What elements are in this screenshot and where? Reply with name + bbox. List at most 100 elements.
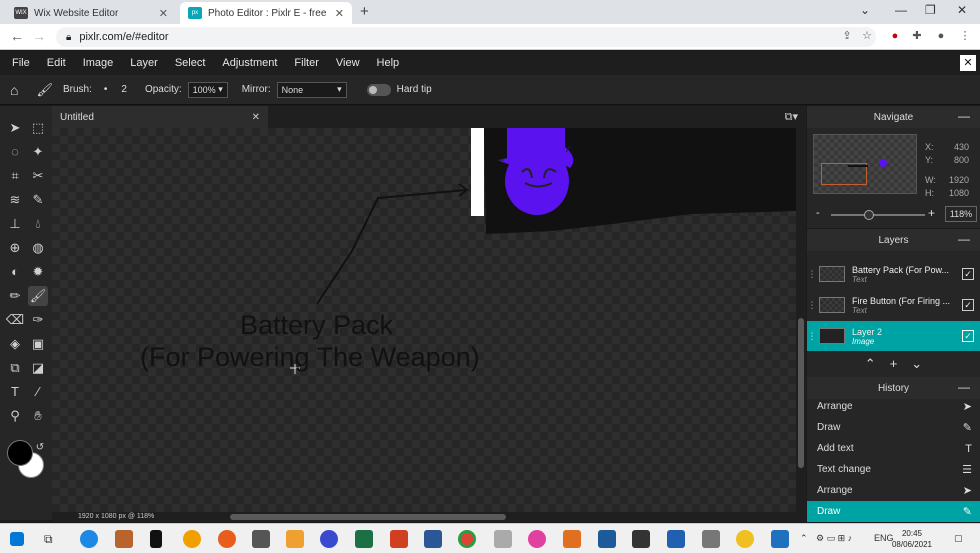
excel-icon[interactable] — [355, 530, 373, 548]
collapse-icon[interactable]: — — [958, 232, 970, 246]
profile-avatar-icon[interactable]: ● — [934, 29, 948, 43]
menu-filter[interactable]: Filter — [294, 57, 318, 69]
chrome-icon[interactable] — [458, 530, 476, 548]
fill-tool-icon[interactable]: ◈ — [5, 334, 25, 354]
url-bar[interactable]: 🔒︎ pixlr.com/e/#editor — [56, 27, 876, 47]
color-replace-icon[interactable]: ◐ — [5, 262, 25, 282]
hard-tip-toggle[interactable] — [366, 83, 391, 96]
sharpen-tool-icon[interactable]: ✹ — [28, 262, 48, 282]
layers-header[interactable]: Layers — — [807, 229, 980, 251]
blender-icon[interactable] — [218, 530, 236, 548]
pencil-tool-icon[interactable]: ✏ — [5, 286, 25, 306]
menu-image[interactable]: Image — [83, 57, 114, 69]
layer-visibility-checkbox[interactable]: ✓ — [962, 330, 974, 342]
layer-row[interactable]: ⋮ Battery Pack (For Pow... Text ✓ — [807, 259, 980, 289]
cutout-tool-icon[interactable]: ✂ — [28, 166, 48, 186]
layer-visibility-checkbox[interactable]: ✓ — [962, 299, 974, 311]
arrange-tool-icon[interactable]: ➤ — [5, 118, 25, 138]
app-blue2-icon[interactable] — [771, 530, 789, 548]
app-window-icon[interactable] — [702, 530, 720, 548]
drag-handle-icon[interactable]: ⋮ — [807, 331, 817, 342]
brush-shape-icon[interactable]: • — [104, 84, 108, 95]
shape-tool-icon[interactable]: ◪ — [28, 358, 48, 378]
canvas-text-line1[interactable]: Battery Pack — [240, 310, 393, 341]
app-yellow-icon[interactable] — [736, 530, 754, 548]
move-layer-up-icon[interactable]: ⌃ — [865, 356, 876, 376]
dodge-tool-icon[interactable]: ◍ — [28, 238, 48, 258]
bookmark-star-icon[interactable]: ☆ — [860, 29, 874, 43]
brush-tool-icon[interactable]: 🖌︎ — [28, 286, 48, 306]
zoom-out-icon[interactable]: - — [816, 207, 820, 219]
history-item[interactable]: Add text T — [807, 438, 980, 459]
heal-tool-icon[interactable]: ✎ — [28, 190, 48, 210]
zoom-in-icon[interactable]: + — [928, 206, 935, 220]
collapse-icon[interactable]: — — [958, 380, 970, 394]
headphones-app-icon[interactable] — [320, 530, 338, 548]
lasso-tool-icon[interactable]: ◌ — [5, 142, 25, 162]
horizontal-scrollbar-thumb[interactable] — [230, 514, 506, 520]
liquify-tool-icon[interactable]: ≋ — [5, 190, 25, 210]
text-tool-icon[interactable]: T — [5, 382, 25, 402]
start-icon[interactable] — [10, 532, 24, 546]
canvas-vertical-scrollbar[interactable] — [796, 128, 806, 512]
close-icon[interactable]: ✕ — [335, 7, 344, 20]
layer-row[interactable]: ⋮ Fire Button (For Firing ... Text ✓ — [807, 290, 980, 320]
app-black-icon[interactable] — [632, 530, 650, 548]
drag-handle-icon[interactable]: ⋮ — [807, 269, 817, 280]
document-tab[interactable]: Untitled ✕ — [52, 106, 268, 128]
clone-stamp-icon[interactable]: ⊥ — [5, 214, 25, 234]
layer-row-selected[interactable]: ⋮ Layer 2 Image ✓ — [807, 321, 980, 351]
history-item[interactable]: Text change ☰ — [807, 459, 980, 480]
layer-visibility-checkbox[interactable]: ✓ — [962, 268, 974, 280]
history-item[interactable]: Arrange ➤ — [807, 396, 980, 417]
task-view-icon[interactable]: ⧉ — [44, 530, 62, 548]
home-icon[interactable]: ⌂ — [10, 82, 18, 98]
drag-handle-icon[interactable]: ⋮ — [807, 300, 817, 311]
taskbar-clock[interactable]: 20:45 08/06/2021 — [892, 528, 932, 550]
scrollbar-thumb[interactable] — [798, 318, 804, 468]
browser-tab-pixlr[interactable]: px Photo Editor : Pixlr E - free image ✕ — [180, 2, 352, 24]
extension-icon[interactable]: ● — [888, 29, 902, 43]
close-icon[interactable]: ✕ — [159, 7, 168, 20]
photos-app-icon[interactable] — [598, 530, 616, 548]
window-close-icon[interactable]: ✕ — [957, 3, 967, 17]
speaker-app-icon[interactable] — [563, 530, 581, 548]
crop-tool-icon[interactable]: ⌗ — [5, 166, 25, 186]
zoom-slider[interactable] — [831, 214, 925, 216]
navigator-thumbnail[interactable] — [813, 134, 917, 194]
menu-select[interactable]: Select — [175, 57, 206, 69]
forward-icon[interactable]: → — [32, 28, 46, 44]
close-icon[interactable]: ✕ — [252, 112, 260, 123]
marquee-tool-icon[interactable]: ⬚ — [28, 118, 48, 138]
winrar-icon[interactable] — [115, 530, 133, 548]
add-layer-icon[interactable]: + — [890, 356, 898, 376]
menu-view[interactable]: View — [336, 57, 360, 69]
menu-edit[interactable]: Edit — [47, 57, 66, 69]
canvas-area[interactable]: Battery Pack (For Powering The Weapon) — [52, 128, 796, 512]
menu-layer[interactable]: Layer — [130, 57, 158, 69]
menu-help[interactable]: Help — [377, 57, 400, 69]
word-icon[interactable] — [424, 530, 442, 548]
app-close-icon[interactable]: ✕ — [960, 55, 976, 71]
app-orange-icon[interactable] — [183, 530, 201, 548]
history-item-selected[interactable]: Draw ✎ — [807, 501, 980, 522]
minimize-icon[interactable]: — — [895, 3, 907, 17]
drawing-tool-icon[interactable]: ⧉ — [5, 358, 25, 378]
language-indicator[interactable]: ENG — [874, 533, 894, 543]
app-pink-icon[interactable] — [528, 530, 546, 548]
app-red-icon[interactable] — [390, 530, 408, 548]
back-icon[interactable]: ← — [10, 28, 24, 44]
mirror-dropdown[interactable]: None ▾ — [276, 81, 347, 98]
move-layer-down-icon[interactable]: ⌄ — [911, 356, 922, 376]
app-video-icon[interactable] — [286, 530, 304, 548]
browser-menu-icon[interactable]: ⋮ — [958, 29, 972, 43]
eyedropper-tool-icon[interactable]: ⁄ — [28, 382, 48, 402]
zoom-slider-knob[interactable] — [863, 210, 874, 220]
notification-icon[interactable]: ▢ — [954, 533, 963, 544]
menu-file[interactable]: File — [12, 57, 30, 69]
app-dark-icon[interactable] — [150, 530, 162, 548]
app-blue-icon[interactable] — [667, 530, 685, 548]
puzzle-extensions-icon[interactable]: ✚ — [910, 29, 924, 43]
menu-adjustment[interactable]: Adjustment — [222, 57, 277, 69]
navigate-header[interactable]: Navigate — — [807, 106, 980, 128]
